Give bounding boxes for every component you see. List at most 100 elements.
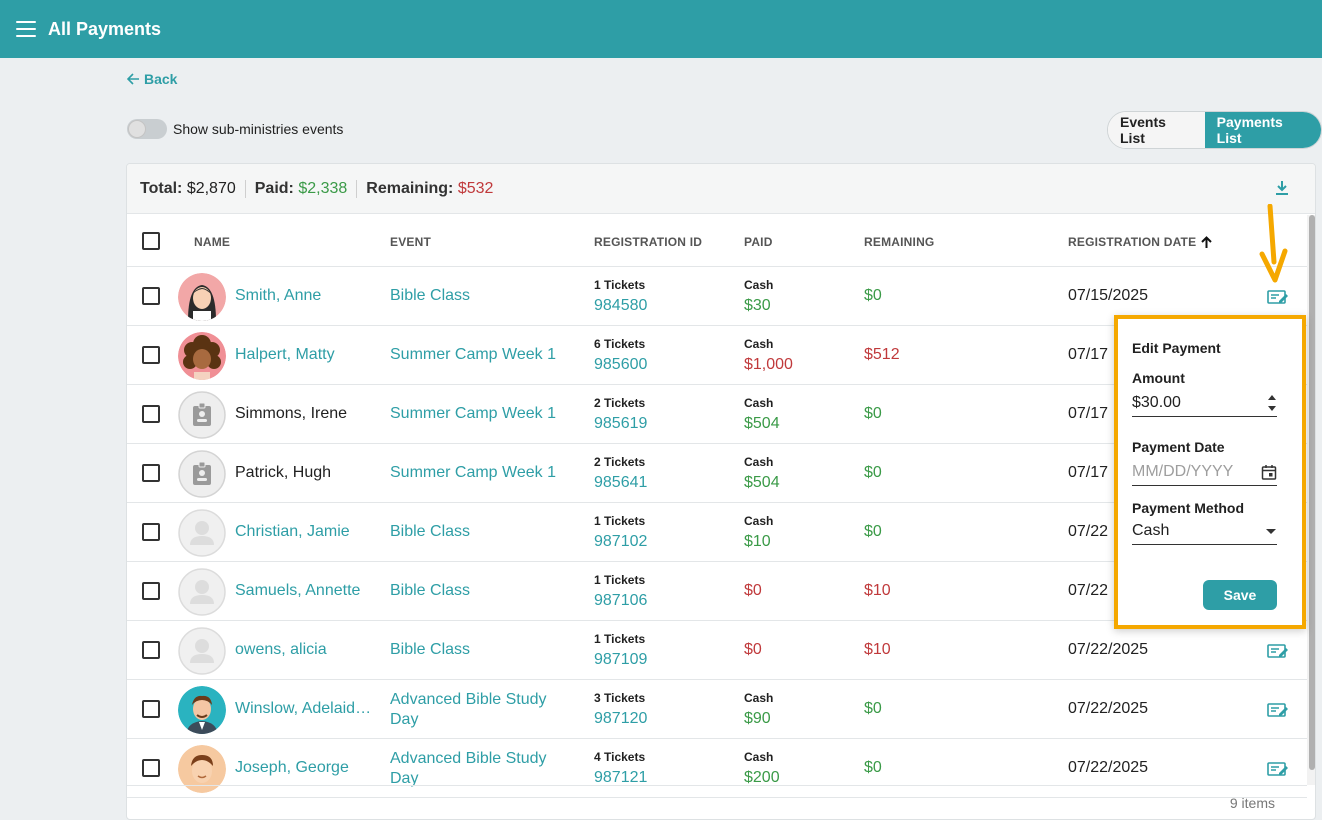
paid-amount: $0 xyxy=(744,641,762,658)
person-name[interactable]: Samuels, Annette xyxy=(235,582,375,600)
remaining-amount: $10 xyxy=(864,641,891,658)
payment-method: Cash xyxy=(744,396,774,410)
stepper-arrows-icon[interactable] xyxy=(1267,392,1277,414)
ticket-count: 1 Tickets xyxy=(594,278,646,292)
registration-date: 07/22/2025 xyxy=(1068,759,1149,776)
sub-ministries-toggle-row: Show sub-ministries events xyxy=(127,119,343,139)
back-link[interactable]: Back xyxy=(127,71,177,87)
payments-list-button[interactable]: Payments List xyxy=(1204,112,1321,148)
column-remaining[interactable]: REMAINING xyxy=(864,235,934,249)
select-all-checkbox[interactable] xyxy=(142,232,160,250)
event-link[interactable]: Summer Camp Week 1 xyxy=(390,463,570,483)
page-title: All Payments xyxy=(48,18,162,39)
paid-amount: $0 xyxy=(744,582,762,599)
person-placeholder-avatar xyxy=(178,509,226,557)
person-name[interactable]: Winslow, Adelaid… xyxy=(235,700,375,718)
pointer-arrow-icon xyxy=(1259,204,1288,283)
person-name[interactable]: Joseph, George xyxy=(235,759,375,777)
row-checkbox[interactable] xyxy=(142,346,160,364)
column-registration-date[interactable]: REGISTRATION DATE xyxy=(1068,235,1213,249)
person-name[interactable]: owens, alicia xyxy=(235,641,375,659)
calendar-icon[interactable] xyxy=(1261,464,1277,480)
event-link[interactable]: Bible Class xyxy=(390,640,570,660)
remaining-amount: $0 xyxy=(864,700,882,717)
registration-id-link[interactable]: 984580 xyxy=(594,297,647,315)
edit-payment-icon[interactable] xyxy=(1267,288,1289,306)
row-checkbox[interactable] xyxy=(142,582,160,600)
event-link[interactable]: Advanced Bible Study Day xyxy=(390,749,570,789)
row-checkbox[interactable] xyxy=(142,405,160,423)
row-checkbox[interactable] xyxy=(142,464,160,482)
ticket-count: 1 Tickets xyxy=(594,573,646,587)
event-link[interactable]: Summer Camp Week 1 xyxy=(390,404,570,424)
payment-date-input[interactable]: MM/DD/YYYY xyxy=(1132,458,1277,486)
paid-value: $2,338 xyxy=(298,179,348,197)
payment-method-select[interactable]: Cash xyxy=(1132,517,1277,545)
row-checkbox[interactable] xyxy=(142,759,160,777)
column-paid[interactable]: PAID xyxy=(744,235,773,249)
table-row[interactable]: owens, alicia Bible Class 1 Tickets 987109 $… xyxy=(127,621,1307,680)
events-list-button[interactable]: Events List xyxy=(1108,112,1205,148)
column-name[interactable]: NAME xyxy=(194,235,230,249)
table-footer: 9 items xyxy=(127,785,1307,819)
payment-method-value: Cash xyxy=(1132,521,1170,539)
scrollbar-thumb[interactable] xyxy=(1309,215,1315,770)
registration-id-link[interactable]: 987102 xyxy=(594,533,647,551)
row-checkbox[interactable] xyxy=(142,700,160,718)
sub-ministries-label: Show sub-ministries events xyxy=(173,121,344,137)
registration-id-link[interactable]: 985641 xyxy=(594,474,647,492)
ticket-count: 6 Tickets xyxy=(594,337,646,351)
payment-method: Cash xyxy=(744,691,774,705)
remaining-value: $532 xyxy=(457,179,494,197)
paid-amount: $10 xyxy=(744,533,771,550)
row-checkbox[interactable] xyxy=(142,641,160,659)
event-link[interactable]: Bible Class xyxy=(390,286,570,306)
ticket-count: 3 Tickets xyxy=(594,691,646,705)
row-checkbox[interactable] xyxy=(142,523,160,541)
download-icon[interactable] xyxy=(1275,180,1289,196)
sub-ministries-toggle[interactable] xyxy=(127,119,167,139)
event-link[interactable]: Advanced Bible Study Day xyxy=(390,690,570,730)
table-row[interactable]: Winslow, Adelaid… Advanced Bible Study Da… xyxy=(127,680,1307,739)
payments-summary: Total: $2,870 Paid: $2,338 Remaining: $5… xyxy=(127,164,1315,214)
registration-id-link[interactable]: 987106 xyxy=(594,592,647,610)
registration-id-link[interactable]: 985619 xyxy=(594,415,647,433)
payment-method: Cash xyxy=(744,278,774,292)
event-link[interactable]: Summer Camp Week 1 xyxy=(390,345,570,365)
save-button[interactable]: Save xyxy=(1203,580,1277,610)
payment-method: Cash xyxy=(744,337,774,351)
remaining-amount: $0 xyxy=(864,405,882,422)
items-count: 9 items xyxy=(1229,795,1275,811)
payment-method: Cash xyxy=(744,750,774,764)
row-checkbox[interactable] xyxy=(142,287,160,305)
event-link[interactable]: Bible Class xyxy=(390,581,570,601)
column-registration-date-label: REGISTRATION DATE xyxy=(1068,235,1197,249)
person-name[interactable]: Halpert, Matty xyxy=(235,346,375,364)
edit-payment-icon[interactable] xyxy=(1267,760,1289,778)
edit-payment-icon[interactable] xyxy=(1267,701,1289,719)
event-link[interactable]: Bible Class xyxy=(390,522,570,542)
person-name[interactable]: Smith, Anne xyxy=(235,287,375,305)
amount-value: $30.00 xyxy=(1132,393,1181,411)
remaining-amount: $10 xyxy=(864,582,891,599)
edit-payment-icon[interactable] xyxy=(1267,642,1289,660)
ticket-count: 4 Tickets xyxy=(594,750,646,764)
remaining-label: Remaining: xyxy=(366,179,454,197)
table-scrollbar[interactable] xyxy=(1307,215,1315,785)
registration-date: 07/22/2025 xyxy=(1068,641,1149,658)
registration-id-link[interactable]: 987120 xyxy=(594,710,647,728)
registration-date: 07/17 xyxy=(1068,405,1109,422)
registration-date: 07/15/2025 xyxy=(1068,287,1149,304)
girl-avatar xyxy=(178,273,226,321)
app-header: All Payments xyxy=(0,0,1322,58)
amount-input[interactable]: $30.00 xyxy=(1132,389,1277,417)
registration-id-link[interactable]: 985600 xyxy=(594,356,647,374)
registration-id-link[interactable]: 987109 xyxy=(594,651,647,669)
payment-date-label: Payment Date xyxy=(1132,439,1225,455)
registration-date: 07/22/2025 xyxy=(1068,700,1149,717)
column-registration-id[interactable]: REGISTRATION ID xyxy=(594,235,702,249)
person-name[interactable]: Christian, Jamie xyxy=(235,523,375,541)
column-event[interactable]: EVENT xyxy=(390,235,431,249)
remaining-amount: $0 xyxy=(864,464,882,481)
hamburger-menu-icon[interactable] xyxy=(16,21,36,37)
